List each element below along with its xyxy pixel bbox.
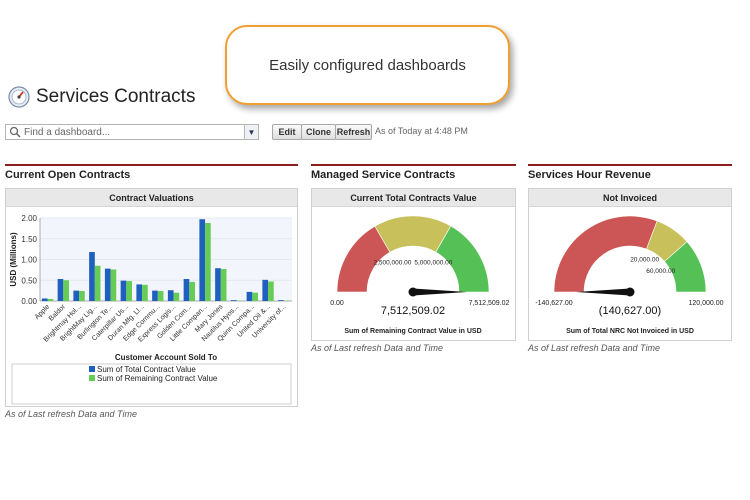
gauge-band-label: 2,500,000.00 bbox=[373, 260, 411, 267]
y-axis-title: USD (Millions) bbox=[9, 232, 18, 287]
bar-remaining bbox=[47, 298, 54, 301]
gauge-value: (140,627.00) bbox=[599, 305, 661, 317]
refresh-button[interactable]: Refresh bbox=[335, 124, 372, 140]
contract-valuations-chart: 0.000.501.001.502.00AppleBaldorBrightmay… bbox=[9, 214, 292, 405]
bar-total bbox=[215, 268, 221, 301]
bar-total bbox=[183, 279, 190, 301]
gauge-panel-contracts: Current Total Contracts Value 2,500,000.… bbox=[311, 188, 516, 341]
y-tick-label: 2.00 bbox=[21, 214, 37, 223]
bar-total bbox=[57, 279, 64, 301]
gauge-value: 7,512,509.02 bbox=[381, 305, 445, 317]
gauge-min-label: 0.00 bbox=[330, 300, 344, 307]
gauge-footer: Sum of Remaining Contract Value in USD bbox=[344, 328, 481, 335]
bar-total bbox=[246, 291, 253, 301]
gauge-hub bbox=[625, 287, 635, 297]
bar-remaining bbox=[79, 291, 85, 301]
gauge-band bbox=[553, 215, 658, 293]
bar-total bbox=[278, 300, 284, 301]
page-header: Services Contracts bbox=[8, 86, 195, 108]
search-icon bbox=[9, 126, 21, 138]
search-placeholder: Find a dashboard... bbox=[24, 126, 111, 138]
bar-remaining bbox=[126, 281, 132, 301]
gauge-band-label: 5,000,000.00 bbox=[414, 259, 452, 266]
bar-chart-title: Contract Valuations bbox=[6, 189, 297, 207]
footnote-hour-revenue: As of Last refresh Data and Time bbox=[528, 343, 660, 353]
gauge-title-not-invoiced: Not Invoiced bbox=[529, 189, 731, 207]
bar-remaining bbox=[157, 291, 164, 301]
y-tick-label: 1.00 bbox=[21, 256, 37, 265]
gauge-panel-not-invoiced: Not Invoiced 20,000.00 60,000.00 -140,627.… bbox=[528, 188, 732, 341]
bar-total bbox=[41, 298, 48, 301]
bar-total bbox=[73, 290, 80, 301]
bar-total bbox=[120, 280, 127, 301]
legend-swatch bbox=[89, 375, 95, 381]
page-title: Services Contracts bbox=[36, 86, 196, 107]
footnote-open-contracts: As of Last refresh Data and Time bbox=[5, 409, 137, 419]
bar-total bbox=[152, 290, 158, 301]
column-title-open-contracts: Current Open Contracts bbox=[5, 164, 298, 181]
bar-remaining bbox=[110, 269, 117, 301]
bar-chart-panel: Contract Valuations 0.00 0.50 1.00 1.50 2.00… bbox=[5, 188, 298, 407]
gauge-footer: Sum of Total NRC Not Invoiced in USD bbox=[566, 328, 694, 335]
callout-text: Easily configured dashboards bbox=[269, 56, 466, 74]
bar-remaining bbox=[189, 281, 195, 301]
clone-button[interactable]: Clone bbox=[301, 124, 336, 140]
bar-remaining bbox=[142, 284, 148, 301]
not-invoiced-gauge: 20,000.00 60,000.00 -140,627.00 120,000.00 (… bbox=[535, 215, 724, 335]
y-tick-label: 1.50 bbox=[21, 235, 37, 244]
bar-total bbox=[89, 252, 95, 301]
bar-total bbox=[104, 268, 111, 301]
gauge-hub bbox=[408, 287, 418, 297]
bar-remaining bbox=[220, 269, 227, 301]
legend-swatch bbox=[89, 366, 95, 372]
legend-label: Sum of Remaining Contract Value bbox=[97, 374, 218, 383]
gauge-title-contracts: Current Total Contracts Value bbox=[312, 189, 515, 207]
column-title-hour-revenue: Services Hour Revenue bbox=[528, 164, 732, 181]
x-axis-title: Customer Account Sold To bbox=[115, 353, 217, 362]
bar-remaining bbox=[205, 222, 211, 301]
bar-remaining bbox=[63, 280, 69, 301]
bar-total bbox=[136, 284, 143, 301]
contracts-value-gauge: 2,500,000.00 5,000,000.00 0.00 7,512,509.02… bbox=[330, 215, 510, 335]
gauge-band-label: 20,000.00 bbox=[630, 257, 659, 264]
refresh-timestamp: As of Today at 4:48 PM bbox=[375, 126, 468, 136]
dashboard-toolbar: Find a dashboard... ▼ Edit Clone Refresh… bbox=[5, 124, 555, 140]
gauge-max-label: 7,512,509.02 bbox=[469, 300, 510, 307]
bar-total bbox=[199, 219, 206, 301]
legend-label: Sum of Total Contract Value bbox=[97, 365, 196, 374]
bar-remaining bbox=[252, 292, 258, 301]
bar-total bbox=[262, 279, 269, 301]
chevron-down-icon[interactable]: ▼ bbox=[244, 125, 258, 139]
bar-remaining bbox=[94, 265, 101, 301]
bar-remaining bbox=[173, 292, 180, 301]
bar-total bbox=[167, 290, 174, 301]
edit-button[interactable]: Edit bbox=[272, 124, 302, 140]
feature-callout: Easily configured dashboards bbox=[225, 25, 510, 105]
column-title-managed-service: Managed Service Contracts bbox=[311, 164, 516, 181]
gauge-band-label: 60,000.00 bbox=[646, 268, 675, 275]
speedometer-icon bbox=[8, 86, 30, 108]
y-tick-label: 0.00 bbox=[21, 297, 37, 306]
dashboard-search-input[interactable]: Find a dashboard... ▼ bbox=[5, 124, 259, 140]
y-tick-label: 0.50 bbox=[21, 276, 37, 285]
gauge-min-label: -140,627.00 bbox=[535, 300, 572, 307]
gauge-max-label: 120,000.00 bbox=[688, 300, 723, 307]
footnote-managed-service: As of Last refresh Data and Time bbox=[311, 343, 443, 353]
bar-total bbox=[230, 300, 237, 301]
bar-remaining bbox=[268, 281, 274, 301]
